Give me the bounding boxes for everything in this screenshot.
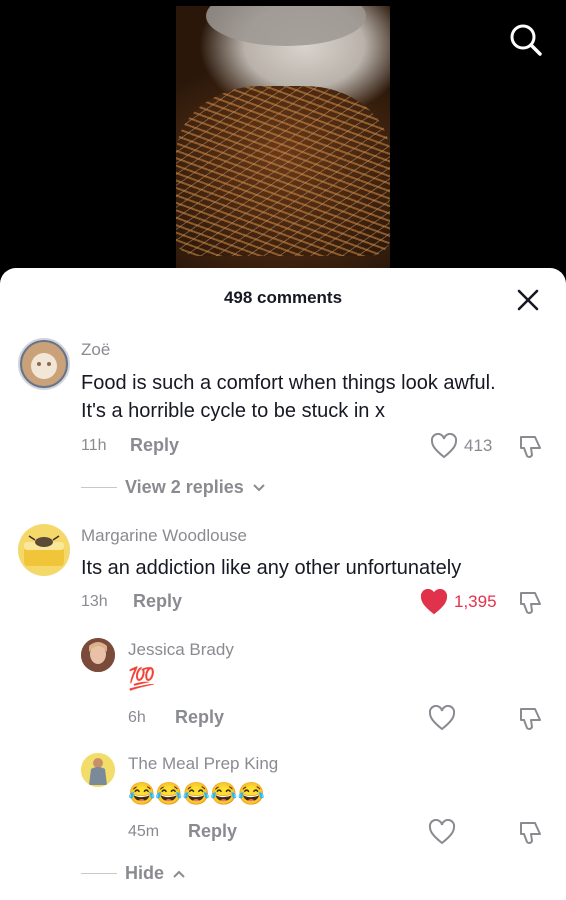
comment-author[interactable]: Margarine Woodlouse [81,526,247,546]
like-button[interactable] [428,705,456,731]
dislike-button[interactable] [518,589,544,622]
heart-icon [428,705,456,731]
thumbs-down-icon [520,592,541,614]
like-button[interactable] [428,819,456,845]
like-count: 413 [464,436,493,455]
avatar[interactable] [18,524,70,576]
comment-author[interactable]: Zoë [81,340,110,360]
chevron-up-icon [173,870,185,878]
view-replies-label: View 2 replies [125,477,244,497]
thumbs-down-icon [520,708,541,730]
reply-button[interactable]: Reply [188,821,237,842]
comment-text: Its an addiction like any other unfortun… [81,557,462,579]
like-button[interactable]: 1,395 [420,589,497,615]
heart-icon [420,589,448,615]
like-count: 1,395 [454,592,497,611]
close-button[interactable] [514,286,542,314]
divider [81,487,117,488]
comment-time: 13h [81,593,108,610]
dislike-button[interactable] [518,819,544,852]
divider [81,873,117,874]
reply-text: 😂😂😂😂😂 [128,781,265,806]
view-replies-button[interactable]: View 2 replies [81,477,266,498]
noodles-shape [176,86,390,256]
hide-label: Hide [125,863,165,883]
comment-count: 498 comments [223,288,343,307]
reply-button[interactable]: Reply [133,591,182,612]
search-icon [510,24,542,56]
dislike-button[interactable] [518,705,544,738]
video-area[interactable] [0,0,566,300]
thumbs-down-icon [520,822,541,844]
chevron-down-icon [253,483,265,491]
heart-icon [430,433,458,459]
like-button[interactable]: 413 [430,433,492,459]
comment-time: 11h [81,437,107,454]
comment-text: Food is such a comfort when things look … [81,372,496,422]
heart-icon [428,819,456,845]
hide-replies-button[interactable]: Hide [81,863,186,884]
reply-button[interactable]: Reply [175,707,224,728]
avatar[interactable] [18,338,70,390]
dislike-button[interactable] [518,433,544,466]
avatar[interactable] [81,753,115,787]
bowl-shape [206,6,366,46]
search-button[interactable] [506,20,546,60]
avatar[interactable] [81,638,115,672]
reply-button[interactable]: Reply [130,435,179,456]
reply-time: 6h [128,709,146,726]
thumbs-down-icon [520,436,541,458]
comments-sheet: 498 comments Zoë Food is such a comfort … [0,268,566,900]
reply-time: 45m [128,823,160,840]
reply-text: 💯 [128,666,156,691]
video-thumbnail[interactable] [176,6,390,270]
reply-author[interactable]: Jessica Brady [128,640,234,660]
close-icon [517,289,539,311]
reply-author[interactable]: The Meal Prep King [128,754,278,774]
